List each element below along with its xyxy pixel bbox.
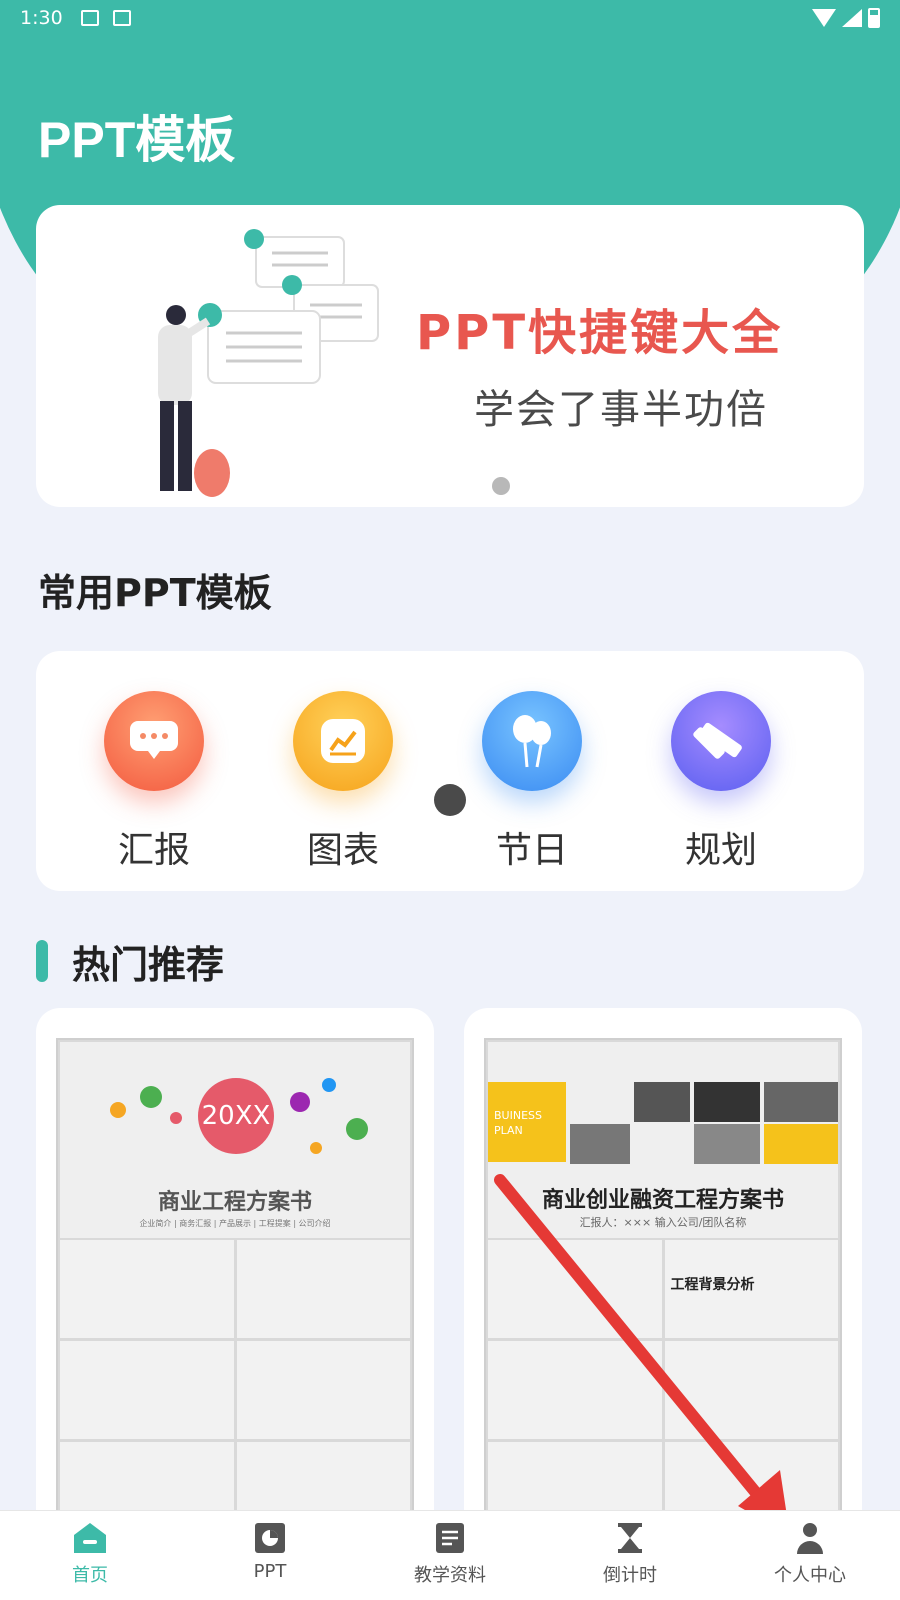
gallery-notification-icon (80, 10, 99, 26)
line-chart-icon (293, 691, 393, 791)
tab-label: PPT (253, 1561, 287, 1582)
banner-subtitle: 学会了事半功倍 (474, 387, 768, 433)
corner-label: BUINESS PLAN (488, 1082, 566, 1162)
category-report[interactable]: 汇报 (94, 691, 214, 873)
category-label: 图表 (306, 830, 379, 871)
tab-label: 教学资料 (414, 1565, 486, 1586)
status-time: 1:30 (20, 7, 63, 29)
person-icon (797, 1523, 823, 1554)
home-icon (74, 1523, 106, 1553)
category-planning[interactable]: 规划 (661, 691, 781, 873)
category-label: 节日 (495, 830, 568, 871)
tab-countdown[interactable]: 倒计时 (540, 1511, 720, 1600)
carousel-indicator[interactable] (492, 477, 510, 495)
tab-label: 个人中心 (774, 1565, 846, 1586)
touch-indicator (434, 784, 466, 816)
category-card: 汇报 图表 节日 规划 (36, 651, 864, 891)
app-notification-icon (112, 10, 131, 26)
category-label: 规划 (684, 830, 757, 871)
category-holiday[interactable]: 节日 (472, 691, 592, 873)
section-accent-bar (36, 940, 48, 982)
template-title: 商业工程方案书 (157, 1190, 312, 1215)
template-thumbnail: 20XX 商业工程方案书 企业简介 | 商务汇报 | 产品展示 | 工程提案 |… (56, 1038, 414, 1578)
slide-grid (60, 1240, 410, 1540)
page-title: PPT模板 (38, 112, 236, 168)
ruler-pencil-icon (671, 691, 771, 791)
chat-bubble-icon (104, 691, 204, 791)
tab-label: 首页 (72, 1565, 108, 1586)
status-bar: 1:30 (0, 0, 900, 36)
banner-carousel[interactable]: PPT快捷键大全 学会了事半功倍 (36, 205, 864, 507)
cover-badge: 20XX (198, 1078, 274, 1154)
person-with-checklist-illustration (158, 229, 379, 497)
document-icon (436, 1523, 464, 1553)
template-subtitle: 企业简介 | 商务汇报 | 产品展示 | 工程提案 | 公司介绍 (139, 1219, 331, 1228)
banner-title: PPT快捷键大全 (416, 305, 784, 361)
ppt-icon (255, 1523, 285, 1553)
balloons-icon (482, 691, 582, 791)
cover-slide: BUINESS PLAN 商业创业融资工程方案书 汇报人：××× 输入公司/团队… (488, 1042, 838, 1238)
tab-label: 倒计时 (603, 1565, 657, 1586)
tab-ppt[interactable]: PPT (180, 1511, 360, 1600)
tab-home[interactable]: 首页 (0, 1511, 180, 1600)
tab-teaching-materials[interactable]: 教学资料 (360, 1511, 540, 1600)
signal-icon (842, 9, 862, 27)
category-chart[interactable]: 图表 (283, 691, 403, 873)
category-label: 汇报 (117, 830, 190, 871)
battery-icon (868, 8, 880, 28)
cover-slide: 20XX 商业工程方案书 企业简介 | 商务汇报 | 产品展示 | 工程提案 |… (60, 1042, 410, 1238)
tab-personal-center[interactable]: 个人中心 (720, 1511, 900, 1600)
template-title: 商业创业融资工程方案书 (541, 1188, 784, 1213)
slide-section-title: 工程背景分析 (670, 1277, 755, 1293)
bottom-tab-bar: 首页 PPT 教学资料 倒计时 个人中心 (0, 1510, 900, 1600)
template-subtitle: 汇报人：××× 输入公司/团队名称 (579, 1216, 747, 1229)
hot-recommend-title: 热门推荐 (72, 943, 225, 987)
common-templates-title: 常用PPT模板 (38, 571, 272, 615)
slide-grid: 工程背景分析 (488, 1240, 838, 1540)
wifi-icon (812, 9, 836, 27)
hourglass-icon (618, 1523, 642, 1553)
template-thumbnail: BUINESS PLAN 商业创业融资工程方案书 汇报人：××× 输入公司/团队… (484, 1038, 842, 1578)
